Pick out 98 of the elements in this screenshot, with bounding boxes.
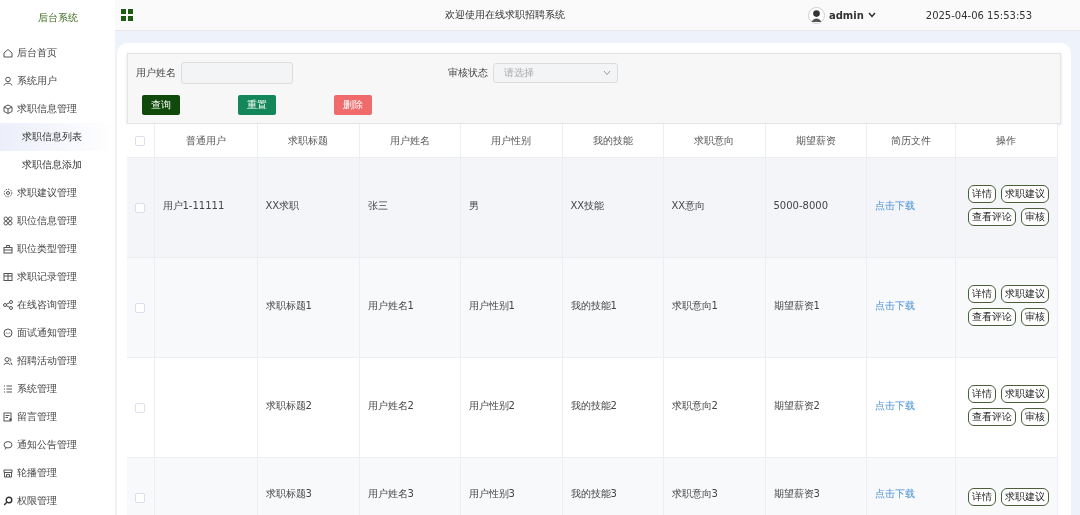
- table-cell: 求职标题3: [257, 457, 359, 515]
- caret-icon: [867, 12, 876, 18]
- column-header: 用户性别: [460, 124, 562, 158]
- action-button[interactable]: 详情: [967, 285, 996, 303]
- menu-item[interactable]: 面试通知管理: [0, 319, 115, 347]
- field-label: 审核状态: [448, 66, 488, 80]
- input-field[interactable]: [181, 62, 293, 84]
- avatar: [807, 6, 825, 24]
- table-cell: XX技能: [562, 157, 663, 258]
- menu-item[interactable]: 权限管理: [0, 487, 115, 515]
- menu-item[interactable]: 职位信息管理: [0, 207, 115, 235]
- table-cell: 5000-8000: [765, 157, 866, 258]
- user-icon: [3, 76, 13, 86]
- table-cell: 男: [460, 157, 562, 258]
- note-icon: [3, 412, 13, 422]
- menu-item[interactable]: 留言管理: [0, 403, 115, 431]
- field-label: 用户姓名: [136, 66, 176, 80]
- menu-item[interactable]: 招聘活动管理: [0, 347, 115, 375]
- action-button[interactable]: 求职建议: [1000, 488, 1049, 506]
- column-header: 求职意向: [663, 124, 765, 158]
- search-button[interactable]: 查询: [142, 95, 180, 115]
- table-cell: 我的技能2: [562, 357, 663, 458]
- grid-icon: [121, 9, 133, 21]
- share-icon: [3, 300, 13, 310]
- column-header: 求职标题: [257, 124, 359, 158]
- column-header: 我的技能: [562, 124, 663, 158]
- reset-button[interactable]: 重置: [238, 95, 276, 115]
- table-cell: 用户姓名1: [359, 257, 460, 358]
- checkbox[interactable]: [135, 302, 146, 313]
- action-button[interactable]: 详情: [967, 185, 996, 203]
- action-button[interactable]: 审核: [1020, 208, 1049, 226]
- bubble-icon: [3, 440, 13, 450]
- submenu-item[interactable]: 求职信息添加: [0, 151, 115, 179]
- app-title: 后台系统: [37, 11, 78, 25]
- people-icon: [3, 356, 13, 366]
- chat-icon: [3, 328, 13, 338]
- action-button[interactable]: 求职建议: [1000, 185, 1049, 203]
- table-cell: 求职标题2: [257, 357, 359, 458]
- checkbox[interactable]: [135, 136, 146, 146]
- action-button[interactable]: 查看评论: [967, 408, 1016, 426]
- column-header: 操作: [955, 124, 1057, 158]
- caret-icon: [603, 70, 611, 76]
- menu-item[interactable]: 后台首页: [0, 39, 115, 67]
- action-button[interactable]: 审核: [1020, 408, 1049, 426]
- table-cell: 期望薪资3: [765, 457, 866, 515]
- action-button[interactable]: 查看评论: [967, 208, 1016, 226]
- table-cell: 期望薪资1: [765, 257, 866, 358]
- table-cell: 求职意向3: [663, 457, 765, 515]
- menu-item[interactable]: 在线咨询管理: [0, 291, 115, 319]
- table-cell: 用户姓名2: [359, 357, 460, 458]
- table-cell: 用户姓名3: [359, 457, 460, 515]
- action-button[interactable]: 求职建议: [1000, 285, 1049, 303]
- user-menu[interactable]: admin: [828, 9, 864, 21]
- table-cell: 求职标题1: [257, 257, 359, 358]
- table-cell: 我的技能3: [562, 457, 663, 515]
- column-header: 期望薪资: [765, 124, 866, 158]
- search-icon: [3, 496, 13, 506]
- page-title: 欢迎使用在线求职招聘系统: [444, 8, 566, 22]
- column-header: 普通用户: [154, 124, 257, 158]
- house-icon: [3, 48, 13, 58]
- menu-item[interactable]: 求职信息管理: [0, 95, 115, 123]
- action-button[interactable]: 详情: [967, 385, 996, 403]
- menu-item[interactable]: 通知公告管理: [0, 431, 115, 459]
- briefcase-icon: [3, 244, 13, 254]
- menu-item[interactable]: 系统管理: [0, 375, 115, 403]
- table-cell: 用户性别1: [460, 257, 562, 358]
- date-time: 2025-04-06 15:53:53: [925, 9, 1032, 21]
- menu-item[interactable]: 轮播管理: [0, 459, 115, 487]
- table-cell: 求职意向1: [663, 257, 765, 358]
- menu-item[interactable]: 职位类型管理: [0, 235, 115, 263]
- checkbox[interactable]: [135, 202, 146, 213]
- table-cell: 我的技能1: [562, 257, 663, 358]
- action-button[interactable]: 审核: [1020, 308, 1049, 326]
- table-cell: 张三: [359, 157, 460, 258]
- table-cell: 用户性别3: [460, 457, 562, 515]
- gear-icon: [3, 188, 13, 198]
- table-cell: 用户性别2: [460, 357, 562, 458]
- menu-item[interactable]: 系统用户: [0, 67, 115, 95]
- store-icon: [3, 468, 13, 478]
- table-cell: 用户1-11111: [154, 157, 257, 258]
- column-header: 用户姓名: [359, 124, 460, 158]
- cube-icon: [3, 104, 13, 114]
- table-cell: XX求职: [257, 157, 359, 258]
- table-cell: XX意向: [663, 157, 765, 258]
- table-cell: 求职意向2: [663, 357, 765, 458]
- checkbox[interactable]: [135, 402, 146, 413]
- book-icon: [3, 272, 13, 282]
- action-button[interactable]: 求职建议: [1000, 385, 1049, 403]
- action-button[interactable]: 详情: [967, 488, 996, 506]
- action-button[interactable]: 查看评论: [967, 308, 1016, 326]
- column-header: 简历文件: [866, 124, 955, 158]
- grid-icon: [3, 216, 13, 226]
- checkbox[interactable]: [135, 493, 146, 503]
- menu-item[interactable]: 求职记录管理: [0, 263, 115, 291]
- menu-item[interactable]: 求职建议管理: [0, 179, 115, 207]
- table-cell: 期望薪资2: [765, 357, 866, 458]
- list-icon: [3, 384, 13, 394]
- download-link[interactable]: 点击下载: [874, 399, 915, 411]
